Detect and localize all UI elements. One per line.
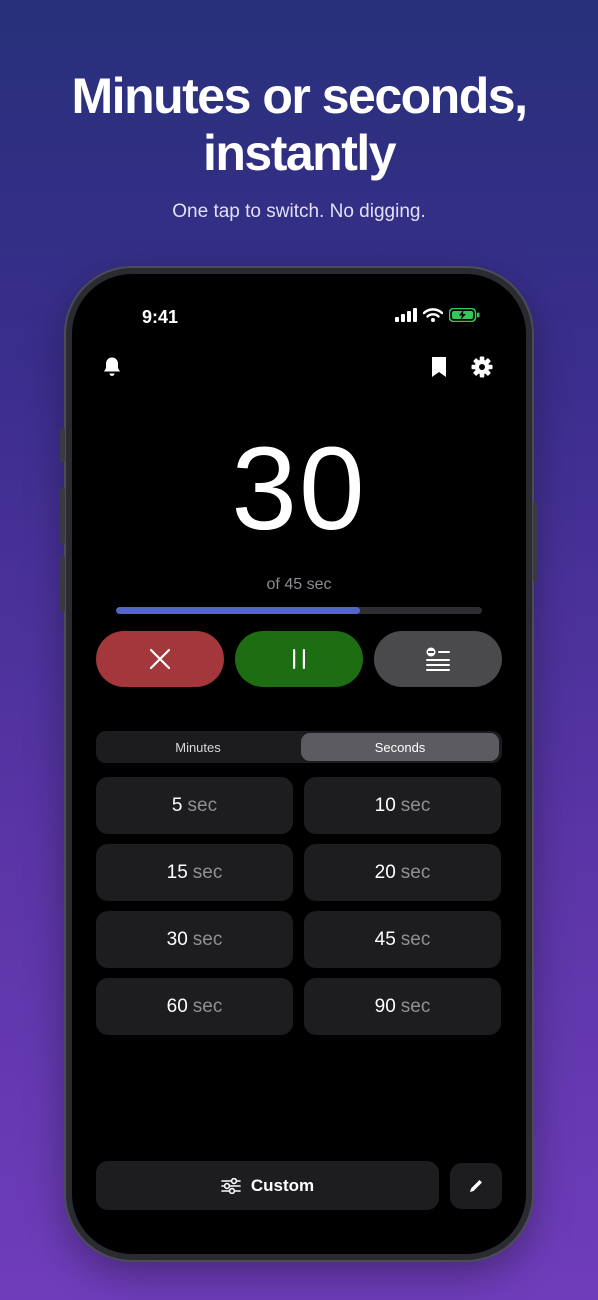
list-icon — [426, 647, 450, 671]
bell-icon — [104, 357, 120, 376]
close-icon — [149, 648, 171, 670]
preset-button[interactable]: 5 sec — [96, 777, 293, 834]
preset-value: 15 — [166, 861, 188, 883]
status-time: 9:41 — [142, 307, 179, 327]
preset-button[interactable]: 20 sec — [304, 844, 501, 901]
promo-subheadline: One tap to switch. No digging. — [172, 201, 426, 222]
phone-volume-up-button — [60, 488, 65, 544]
bookmark-icon — [432, 357, 446, 377]
phone-power-button — [533, 502, 538, 582]
phone-mute-switch — [60, 428, 65, 462]
preset-unit: sec — [192, 995, 223, 1017]
preset-unit: sec — [400, 928, 431, 950]
battery-charging-icon — [449, 308, 480, 322]
preset-unit: sec — [400, 861, 431, 883]
gear-icon — [471, 356, 493, 378]
preset-value: 30 — [166, 928, 188, 950]
wifi-icon — [423, 308, 443, 322]
preset-unit: sec — [192, 928, 223, 950]
custom-button[interactable]: Custom — [96, 1161, 439, 1210]
notifications-button[interactable] — [98, 353, 126, 381]
unit-segmented-control: Minutes Seconds — [96, 731, 502, 763]
preset-value: 60 — [166, 995, 188, 1017]
preset-button[interactable]: 15 sec — [96, 844, 293, 901]
preset-button[interactable]: 10 sec — [304, 777, 501, 834]
pause-icon — [293, 649, 305, 669]
preset-unit: sec — [192, 861, 223, 883]
promo-headline-line-2: instantly — [202, 125, 397, 181]
promo-headline: Minutes or seconds, instantly — [0, 68, 598, 182]
preset-unit: sec — [187, 794, 218, 816]
status-icons — [395, 308, 480, 322]
timer-remaining: 30 — [231, 423, 367, 555]
preset-value: 90 — [374, 995, 396, 1017]
bookmark-button[interactable] — [425, 353, 453, 381]
timer-total-label: of 45 sec — [266, 576, 332, 593]
unit-option-minutes[interactable]: Minutes — [99, 733, 297, 761]
cellular-signal-icon — [395, 308, 417, 322]
list-button[interactable] — [374, 631, 502, 687]
preset-button[interactable]: 90 sec — [304, 978, 501, 1035]
phone-volume-down-button — [60, 556, 65, 612]
timer-progress-fill — [116, 607, 361, 614]
custom-button-label: Custom — [250, 1175, 315, 1195]
preset-button[interactable]: 60 sec — [96, 978, 293, 1035]
app-screen: 9:41 30 of 45 sec Minutes Seconds 5 sec … — [72, 274, 526, 1254]
preset-value: 10 — [374, 794, 396, 816]
phone-frame: 9:41 30 of 45 sec Minutes Seconds 5 sec … — [60, 268, 538, 1260]
settings-button[interactable] — [468, 353, 496, 381]
sliders-icon — [221, 1177, 241, 1194]
preset-value: 5 — [171, 794, 183, 816]
pencil-icon — [470, 1180, 482, 1192]
preset-unit: sec — [400, 995, 431, 1017]
preset-value: 45 — [374, 928, 396, 950]
unit-option-seconds[interactable]: Seconds — [301, 733, 499, 761]
preset-button[interactable]: 30 sec — [96, 911, 293, 968]
edit-button[interactable] — [450, 1163, 502, 1209]
cancel-button[interactable] — [96, 631, 224, 687]
pause-button[interactable] — [235, 631, 363, 687]
preset-button[interactable]: 45 sec — [304, 911, 501, 968]
promo-headline-line-1: Minutes or seconds, — [71, 68, 528, 124]
timer-progress-bar — [116, 607, 482, 614]
preset-value: 20 — [374, 861, 396, 883]
preset-unit: sec — [400, 794, 431, 816]
